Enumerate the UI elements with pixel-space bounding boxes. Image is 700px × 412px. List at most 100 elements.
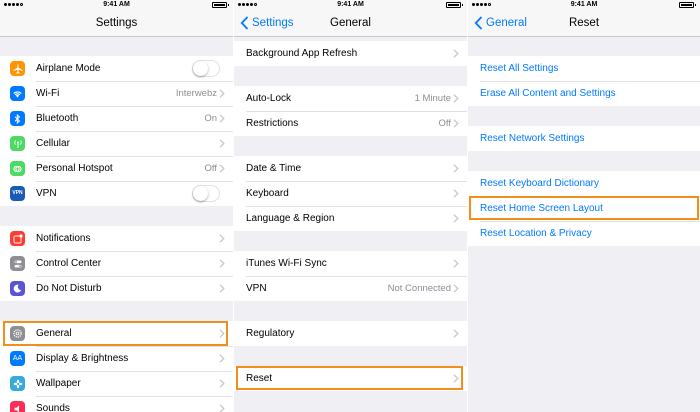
reset-home-screen-layout-button[interactable]: Reset Home Screen Layout: [468, 196, 700, 221]
chevron-right-icon: [219, 259, 225, 268]
row-label: Do Not Disturb: [36, 283, 102, 294]
navbar: Settings: [0, 10, 233, 37]
wifi-icon: [10, 86, 25, 101]
chevron-right-icon: [453, 214, 459, 223]
status-time: 9:41 AM: [337, 1, 364, 8]
row-label: Auto-Lock: [246, 93, 292, 104]
general-row-date-time[interactable]: Date & Time: [234, 156, 467, 181]
settings-screen: 9:41 AM Settings Airplane Mode Wi-Fi Int…: [0, 0, 233, 412]
general-row-reset[interactable]: Reset: [234, 366, 467, 391]
row-value: Off: [438, 118, 452, 129]
row-label: Sounds: [36, 403, 70, 412]
settings-row-sounds[interactable]: Sounds: [0, 396, 233, 412]
notifications-icon: [10, 231, 25, 246]
chevron-right-icon: [219, 164, 225, 173]
chevron-right-icon: [453, 164, 459, 173]
wallpaper-icon: [10, 376, 25, 391]
settings-row-vpn[interactable]: VPN VPN: [0, 181, 233, 206]
row-label: Reset Keyboard Dictionary: [480, 178, 599, 189]
settings-row-airplane-mode[interactable]: Airplane Mode: [0, 56, 233, 81]
row-label: iTunes Wi-Fi Sync: [246, 258, 327, 269]
settings-row-display-brightness[interactable]: AA Display & Brightness: [0, 346, 233, 371]
settings-row-wifi[interactable]: Wi-Fi Interwebz: [0, 81, 233, 106]
chevron-right-icon: [453, 284, 459, 293]
row-label: Wi-Fi: [36, 88, 60, 99]
row-label: Display & Brightness: [36, 353, 129, 364]
general-row-auto-lock[interactable]: Auto-Lock 1 Minute: [234, 86, 467, 111]
general-row-restrictions[interactable]: Restrictions Off: [234, 111, 467, 136]
row-label: Reset Network Settings: [480, 133, 585, 144]
status-time: 9:41 AM: [570, 1, 598, 8]
general-group-5: Reset: [234, 366, 467, 391]
row-value: Off: [204, 163, 218, 174]
back-button[interactable]: Settings: [240, 10, 294, 36]
general-row-regulatory[interactable]: Regulatory: [234, 321, 467, 346]
display-brightness-icon: AA: [10, 351, 25, 366]
row-label: Reset: [246, 373, 273, 384]
general-screen: 9:41 AM General Settings Background App …: [234, 0, 467, 412]
erase-all-content-button[interactable]: Erase All Content and Settings: [468, 81, 700, 106]
chevron-right-icon: [219, 284, 225, 293]
general-group-4: Regulatory: [234, 321, 467, 346]
settings-row-personal-hotspot[interactable]: Personal Hotspot Off: [0, 156, 233, 181]
general-row-background-app-refresh[interactable]: Background App Refresh: [234, 41, 467, 66]
navbar: General Settings: [234, 10, 467, 37]
chevron-right-icon: [453, 374, 459, 383]
chevron-left-icon: [474, 16, 483, 30]
row-label: Restrictions: [246, 118, 299, 129]
airplane-mode-toggle[interactable]: [192, 60, 220, 77]
settings-row-cellular[interactable]: Cellular: [0, 131, 233, 156]
chevron-right-icon: [219, 379, 225, 388]
navbar: Reset General: [468, 10, 700, 37]
general-row-vpn[interactable]: VPN Not Connected: [234, 276, 467, 301]
row-value: Interwebz: [175, 88, 217, 99]
bluetooth-icon: [10, 111, 25, 126]
battery-icon: [212, 2, 229, 8]
back-label: Settings: [252, 17, 294, 29]
settings-row-wallpaper[interactable]: Wallpaper: [0, 371, 233, 396]
status-bar: 9:41 AM: [468, 0, 700, 10]
settings-group-notifications: Notifications Control Center Do Not Dist…: [0, 226, 233, 301]
moon-icon: [10, 281, 25, 296]
row-value: Not Connected: [387, 283, 451, 294]
settings-row-bluetooth[interactable]: Bluetooth On: [0, 106, 233, 131]
page-title: Settings: [95, 17, 138, 29]
chevron-right-icon: [219, 354, 225, 363]
row-label: Bluetooth: [36, 113, 79, 124]
general-row-itunes-wifi-sync[interactable]: iTunes Wi-Fi Sync: [234, 251, 467, 276]
row-label: Personal Hotspot: [36, 163, 113, 174]
chevron-right-icon: [453, 49, 459, 58]
general-group-0: Background App Refresh: [234, 41, 467, 66]
settings-group-general: General AA Display & Brightness Wallpape…: [0, 321, 233, 412]
settings-row-do-not-disturb[interactable]: Do Not Disturb: [0, 276, 233, 301]
back-button[interactable]: General: [474, 10, 527, 36]
vpn-toggle[interactable]: [192, 185, 220, 202]
battery-icon: [679, 2, 696, 8]
chevron-right-icon: [453, 329, 459, 338]
sounds-icon: [10, 401, 25, 412]
reset-network-settings-button[interactable]: Reset Network Settings: [468, 126, 700, 151]
row-label: Keyboard: [246, 188, 289, 199]
gear-icon: [10, 326, 25, 341]
chevron-left-icon: [240, 16, 249, 30]
general-row-language-region[interactable]: Language & Region: [234, 206, 467, 231]
reset-all-settings-button[interactable]: Reset All Settings: [468, 56, 700, 81]
row-value: On: [204, 113, 217, 124]
row-label: General: [36, 328, 72, 339]
general-group-2: Date & Time Keyboard Language & Region: [234, 156, 467, 231]
chevron-right-icon: [219, 329, 225, 338]
row-label: Background App Refresh: [246, 48, 358, 59]
settings-row-control-center[interactable]: Control Center: [0, 251, 233, 276]
settings-row-notifications[interactable]: Notifications: [0, 226, 233, 251]
chevron-right-icon: [219, 114, 225, 123]
row-label: Control Center: [36, 258, 102, 269]
reset-location-privacy-button[interactable]: Reset Location & Privacy: [468, 221, 700, 246]
reset-keyboard-dictionary-button[interactable]: Reset Keyboard Dictionary: [468, 171, 700, 196]
chevron-right-icon: [453, 119, 459, 128]
chevron-right-icon: [219, 404, 225, 412]
general-row-keyboard[interactable]: Keyboard: [234, 181, 467, 206]
row-label: Wallpaper: [36, 378, 81, 389]
airplane-icon: [10, 61, 25, 76]
settings-row-general[interactable]: General: [0, 321, 233, 346]
reset-group-2: Reset Keyboard Dictionary Reset Home Scr…: [468, 171, 700, 246]
